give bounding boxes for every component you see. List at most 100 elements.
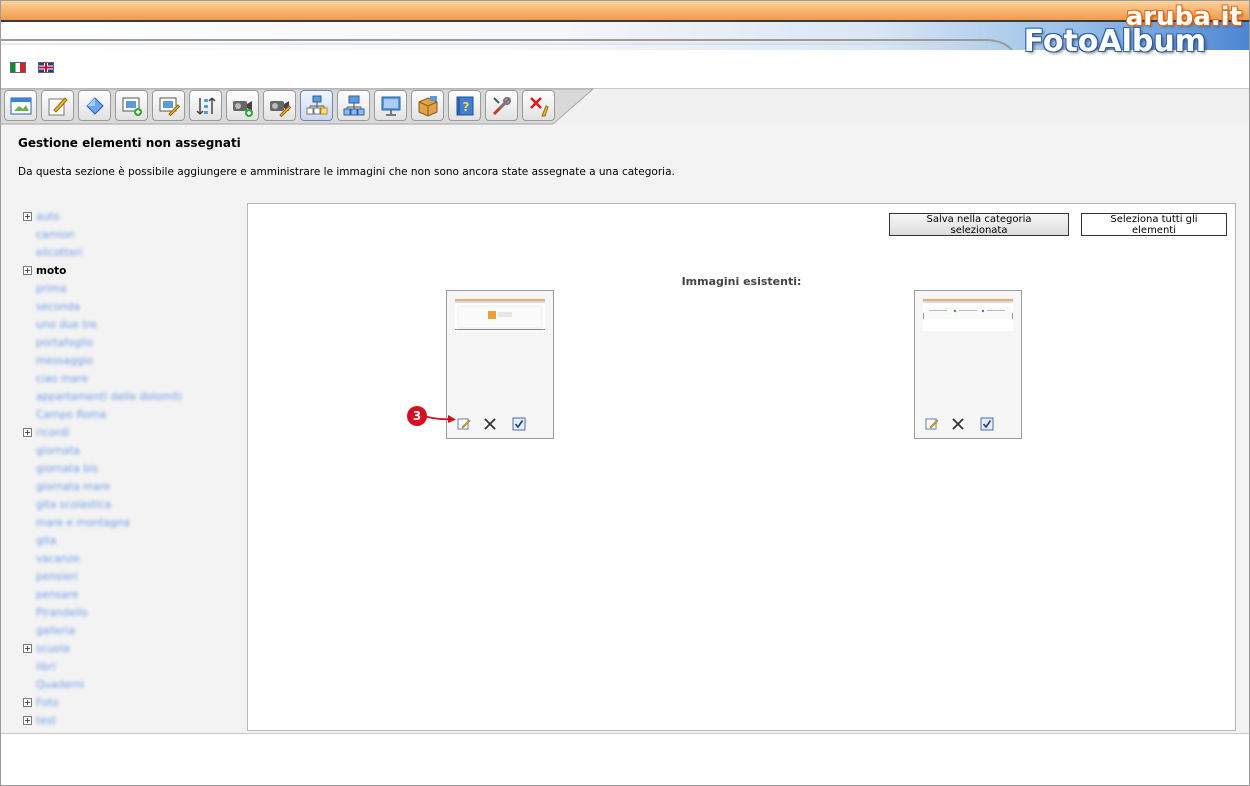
tree-item[interactable]: ciao mare [23,370,243,388]
tree-item[interactable]: giornata bis [23,460,243,478]
expand-icon[interactable]: + [23,212,32,221]
tree-item-label[interactable]: giornata mare [36,478,110,496]
select-image-checkbox[interactable] [511,416,527,432]
edit-note-button[interactable] [41,90,74,121]
tree-item[interactable]: giornata mare [23,478,243,496]
tree-item-label[interactable]: scuola [36,640,70,658]
tree-item[interactable]: portafoglio [23,334,243,352]
tree-item-label[interactable]: Quaderni [36,676,84,694]
expand-icon[interactable]: + [23,698,32,707]
image-thumbnail-card[interactable] [446,290,554,439]
gem-button[interactable] [78,90,111,121]
edit-note-icon [48,96,68,115]
tree-item[interactable]: + test [23,712,243,730]
tree-item-label[interactable]: giornata bis [36,460,98,478]
package-button[interactable] [411,90,444,121]
image-thumbnail-card[interactable] [914,290,1022,439]
tree-item[interactable]: + moto [23,262,243,280]
tree-item-label[interactable]: giornata [36,442,80,460]
tree-item[interactable]: galleria [23,622,243,640]
tree-item[interactable]: + auto [23,208,243,226]
sort-order-button[interactable] [189,90,222,121]
tree-item-label[interactable]: vacanze [36,550,79,568]
expand-icon[interactable]: + [23,644,32,653]
video-add-button[interactable] [226,90,259,121]
tree-item[interactable]: gita scolastica [23,496,243,514]
image-add-button[interactable] [115,90,148,121]
tree-item-label[interactable]: gita [36,532,56,550]
tree-item-label[interactable]: galleria [36,622,75,640]
image-edit-button[interactable] [152,90,185,121]
tree-item-label[interactable]: test [36,712,56,730]
tree-item[interactable]: gita [23,532,243,550]
tree-item[interactable]: messaggio [23,352,243,370]
settings-button[interactable] [485,90,518,121]
delete-icon [952,418,964,430]
tree-item-label[interactable]: prima [36,280,67,298]
tree-item[interactable]: mare e montagna [23,514,243,532]
image-edit-icon [159,97,180,116]
tree-item[interactable]: appartamenti delle dolomiti [23,388,243,406]
edit-image-button[interactable] [456,416,472,432]
help-button[interactable]: ? [448,90,481,121]
expand-icon[interactable]: + [23,716,32,725]
video-edit-button[interactable] [263,90,296,121]
select-image-checkbox[interactable] [979,416,995,432]
footer-divider [0,733,1250,734]
save-to-category-button[interactable]: Salva nella categoria selezionata [889,213,1069,236]
tree-item[interactable]: Quaderni [23,676,243,694]
tree-item-label[interactable]: portafoglio [36,334,93,352]
category-tree-button[interactable] [337,90,370,121]
album-button[interactable] [4,90,37,121]
tree-item-label[interactable]: pensare [36,586,78,604]
sort-order-icon [195,96,216,115]
tree-item[interactable]: elicotteri [23,244,243,262]
tree-item-label[interactable]: Campo Roma [36,406,106,424]
tree-item-label[interactable]: camion [36,226,74,244]
tree-item[interactable]: libri [23,658,243,676]
edit-image-button[interactable] [924,416,940,432]
tree-item-label[interactable]: seconda [36,298,80,316]
logout-button[interactable] [522,90,555,121]
image-thumbnail[interactable] [923,299,1013,331]
tree-item[interactable]: pensieri [23,568,243,586]
album-icon [10,97,31,114]
unassigned-items-button[interactable] [300,90,333,121]
tree-item-label[interactable]: gita scolastica [36,496,111,514]
tree-item[interactable]: Campo Roma [23,406,243,424]
tree-item[interactable]: uno due tre [23,316,243,334]
tree-item[interactable]: + scuola [23,640,243,658]
tree-item-label[interactable]: libri [36,658,56,676]
tree-item[interactable]: prima [23,280,243,298]
delete-image-button[interactable] [950,416,966,432]
tree-item[interactable]: giornata [23,442,243,460]
tree-item-label[interactable]: ciao mare [36,370,88,388]
tree-item-label[interactable]: Foto [36,694,59,712]
uk-flag-icon[interactable] [38,62,54,73]
tree-item[interactable]: pensare [23,586,243,604]
expand-icon[interactable]: + [23,428,32,437]
tree-item-label[interactable]: Pirandello [36,604,88,622]
tree-item-label[interactable]: mare e montagna [36,514,130,532]
image-thumbnail[interactable] [455,299,545,331]
delete-image-button[interactable] [482,416,498,432]
tree-item[interactable]: seconda [23,298,243,316]
select-all-button[interactable]: Seleziona tutti gli elementi [1081,213,1227,236]
page-title: Gestione elementi non assegnati [18,136,241,150]
tree-item-label[interactable]: ricordi [36,424,69,442]
tree-item[interactable]: + ricordi [23,424,243,442]
monitor-button[interactable] [374,90,407,121]
tree-item[interactable]: vacanze [23,550,243,568]
tree-item[interactable]: camion [23,226,243,244]
tree-item[interactable]: Pirandello [23,604,243,622]
tree-item-label[interactable]: auto [36,208,60,226]
tree-item[interactable]: + Foto [23,694,243,712]
tree-item-label[interactable]: messaggio [36,352,93,370]
expand-icon[interactable]: + [23,266,32,275]
tree-item-label[interactable]: moto [36,262,66,280]
tree-item-label[interactable]: appartamenti delle dolomiti [36,388,182,406]
italian-flag-icon[interactable] [10,62,26,73]
tree-item-label[interactable]: elicotteri [36,244,82,262]
tree-item-label[interactable]: uno due tre [36,316,97,334]
tree-item-label[interactable]: pensieri [36,568,78,586]
